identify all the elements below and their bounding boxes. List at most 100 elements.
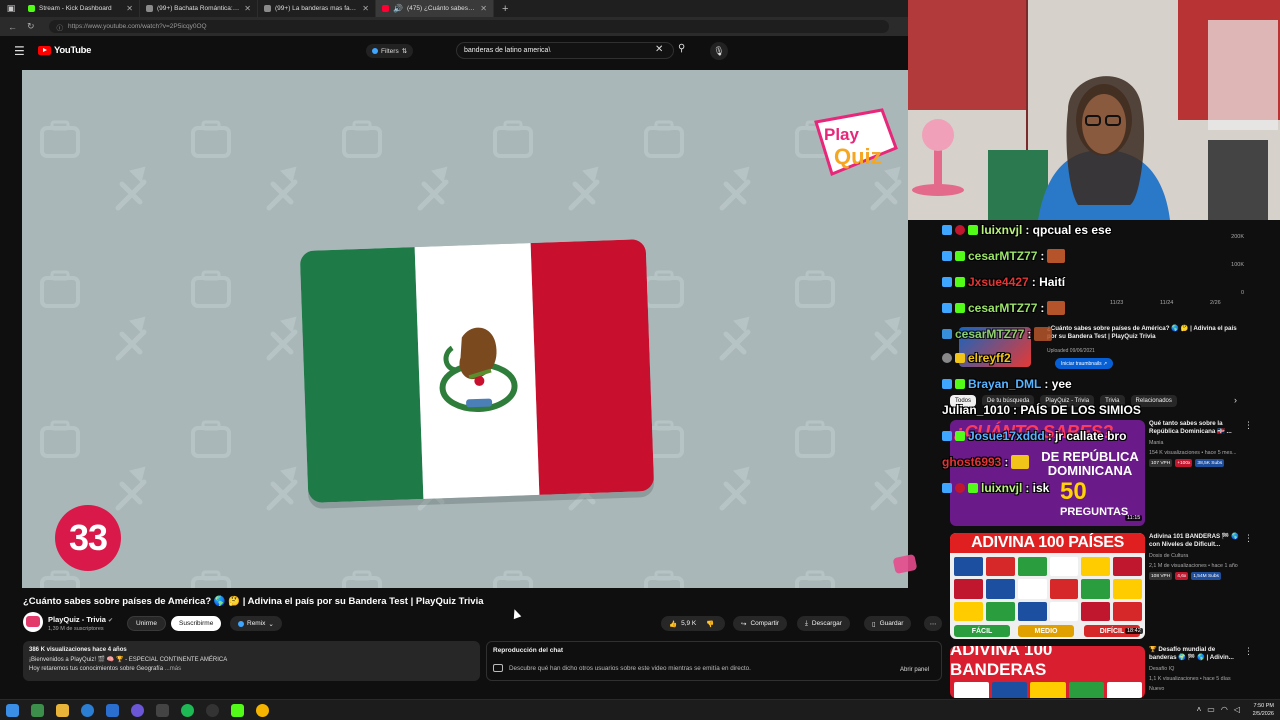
tab-label: (475) ¿Cuánto sabes sobre p: [406, 5, 477, 12]
flag-grid: [954, 557, 1142, 621]
reload-icon[interactable]: ↻: [27, 21, 35, 32]
video-title: ¿Cuánto sabes sobre países de América? 🌎…: [23, 596, 484, 607]
chat-username: Josue17xddd: [968, 429, 1045, 443]
window-menu-icon[interactable]: ▣: [0, 0, 22, 17]
logo-line-1: Play: [824, 125, 860, 144]
badge-icon: [955, 353, 965, 363]
join-button[interactable]: Unirme: [127, 616, 166, 631]
thumbs-down-icon[interactable]: 👎: [706, 620, 714, 628]
new-tab-button[interactable]: +: [494, 3, 516, 15]
chat-text: : Haití: [1031, 275, 1066, 289]
kebab-menu-icon[interactable]: ⋮: [1244, 646, 1250, 657]
pen-icon[interactable]: [156, 704, 169, 717]
battery-icon[interactable]: ▭: [1207, 705, 1215, 714]
file-explorer-icon[interactable]: [56, 704, 69, 717]
chat-replay-box: Reproducción del chat Descubre qué han d…: [486, 641, 942, 681]
clear-search-icon[interactable]: ✕: [655, 44, 663, 55]
download-button[interactable]: ⤓ Descargar: [797, 616, 850, 631]
chevron-up-icon[interactable]: ˄: [1197, 705, 1202, 714]
sub-badge-icon: [942, 251, 952, 261]
verified-icon: ✔: [107, 618, 113, 624]
search-icon[interactable]: ⚲: [678, 43, 685, 54]
close-icon[interactable]: ✕: [126, 4, 133, 13]
open-panel-button[interactable]: Abrir panel: [894, 664, 935, 676]
close-icon[interactable]: ✕: [244, 4, 251, 13]
speaker-icon[interactable]: 🔊: [393, 4, 403, 13]
share-button[interactable]: ↪ Compartir: [733, 616, 787, 631]
browser-tab[interactable]: Stream - Kick Dashboard ✕: [22, 0, 140, 17]
kebab-menu-icon[interactable]: ⋮: [1244, 420, 1253, 431]
chat-message: Julian_1010: PAÍS DE LOS SIMIOS: [942, 403, 1141, 417]
sub-badge-icon: [942, 277, 952, 287]
chat-username: elreyff2: [968, 351, 1011, 365]
save-button[interactable]: ▯ Guardar: [864, 616, 912, 631]
chat-message: luixnvjl: qpcual es ese: [942, 223, 1111, 237]
emote-icon: [1047, 301, 1066, 315]
stats-x-label: 2/26: [1210, 300, 1221, 306]
flag-green-band: [299, 247, 424, 503]
kick-badge-icon: [955, 277, 965, 287]
emote-icon: [1011, 455, 1030, 469]
recommended-video[interactable]: ADIVINA 100 PAÍSES FÁCIL MEDIO DIFÍCIL 1…: [950, 533, 1253, 639]
vph-badge: 108 VPH: [1149, 572, 1173, 580]
remix-button[interactable]: Remix ⌄: [230, 616, 282, 631]
volume-icon[interactable]: ◁: [1234, 705, 1240, 714]
stats-y-label: 100K: [1231, 262, 1244, 268]
mouse-cursor: [510, 607, 522, 620]
close-icon[interactable]: ✕: [362, 4, 369, 13]
close-icon[interactable]: ✕: [480, 4, 487, 13]
discord-icon[interactable]: [131, 704, 144, 717]
menu-icon[interactable]: ☰: [14, 44, 25, 58]
tab-label: (99+) La banderas mas facil y no h: [275, 5, 358, 12]
kick-badge-icon: [955, 251, 965, 261]
youtube-logo[interactable]: YouTube: [38, 45, 91, 56]
chat-message: cesarMTZ77 :: [942, 327, 1053, 341]
like-button[interactable]: 👍 5,9 K 👎: [661, 616, 725, 631]
video-player[interactable]: Play Quiz 33: [22, 70, 908, 588]
browser-tab-active[interactable]: 🔊 (475) ¿Cuánto sabes sobre p ✕: [376, 0, 494, 17]
wifi-icon[interactable]: ◠: [1221, 705, 1228, 714]
chat-text: : isk: [1025, 481, 1050, 495]
search-input[interactable]: banderas de latino america\: [456, 42, 674, 59]
store-icon[interactable]: [106, 704, 119, 717]
channel-name[interactable]: PlayQuiz - Trivia ✔: [48, 615, 113, 624]
obs-icon[interactable]: [206, 704, 219, 717]
subscribe-button[interactable]: Suscribirme: [171, 616, 222, 631]
spotify-icon[interactable]: [181, 704, 194, 717]
download-label: Descargar: [811, 620, 842, 627]
kick-icon[interactable]: [231, 704, 244, 717]
mexico-flag: [299, 239, 655, 503]
chat-message: Josue17xddd: jr callate bro: [942, 429, 1126, 443]
thumbnail-text: PREGUNTAS: [1060, 506, 1129, 518]
avatar[interactable]: [23, 612, 43, 632]
more-actions-button[interactable]: ⋯: [924, 616, 942, 631]
video-thumbnail[interactable]: ADIVINA 100 BANDERAS: [950, 646, 1145, 698]
system-tray[interactable]: ˄ ▭ ◠ ◁: [1197, 705, 1240, 714]
video-title[interactable]: 🏆 Desafío mundial de banderas 🌍 🏁 🌎 | Ad…: [1149, 646, 1241, 662]
terminal-icon[interactable]: [31, 704, 44, 717]
channel-name[interactable]: Dosis de Cultura: [1149, 553, 1188, 559]
description-box[interactable]: 386 K visualizaciones hace 4 años ¡Bienv…: [23, 641, 480, 681]
site-info-icon[interactable]: ⓘ: [57, 22, 64, 32]
browser-tab[interactable]: (99+) La banderas mas facil y no h ✕: [258, 0, 376, 17]
stats-y-label: 200K: [1231, 234, 1244, 240]
video-thumbnail[interactable]: ADIVINA 100 PAÍSES FÁCIL MEDIO DIFÍCIL: [950, 533, 1145, 639]
back-icon[interactable]: ←: [8, 22, 17, 32]
chrome-icon[interactable]: [256, 704, 269, 717]
channel-name[interactable]: Desafío IQ: [1149, 666, 1174, 672]
url-field[interactable]: ⓘ https://www.youtube.com/watch?v=2P5icq…: [48, 20, 889, 33]
chevron-right-icon[interactable]: ›: [1234, 395, 1237, 405]
sub-badge-icon: [942, 303, 952, 313]
filters-button[interactable]: Filters ⇅: [366, 44, 414, 58]
microphone-icon[interactable]: 🎙: [710, 42, 728, 60]
start-icon[interactable]: [6, 704, 19, 717]
kebab-menu-icon[interactable]: ⋮: [1244, 533, 1253, 544]
browser-tab[interactable]: (99+) Bachata Romántica: Era No ✕: [140, 0, 258, 17]
clock[interactable]: 7:50 PM 2/5/2026: [1253, 702, 1274, 718]
show-more-link[interactable]: ...más: [165, 666, 181, 672]
channel-watermark[interactable]: [892, 553, 918, 575]
sliders-icon: ⇅: [401, 48, 408, 55]
browser-icon[interactable]: [81, 704, 94, 717]
video-title[interactable]: Adivina 101 BANDERAS 🏁 🌎 con Niveles de …: [1149, 533, 1241, 549]
recommended-video[interactable]: ADIVINA 100 BANDERAS 🏆 Desafío mundial d…: [950, 646, 1250, 698]
